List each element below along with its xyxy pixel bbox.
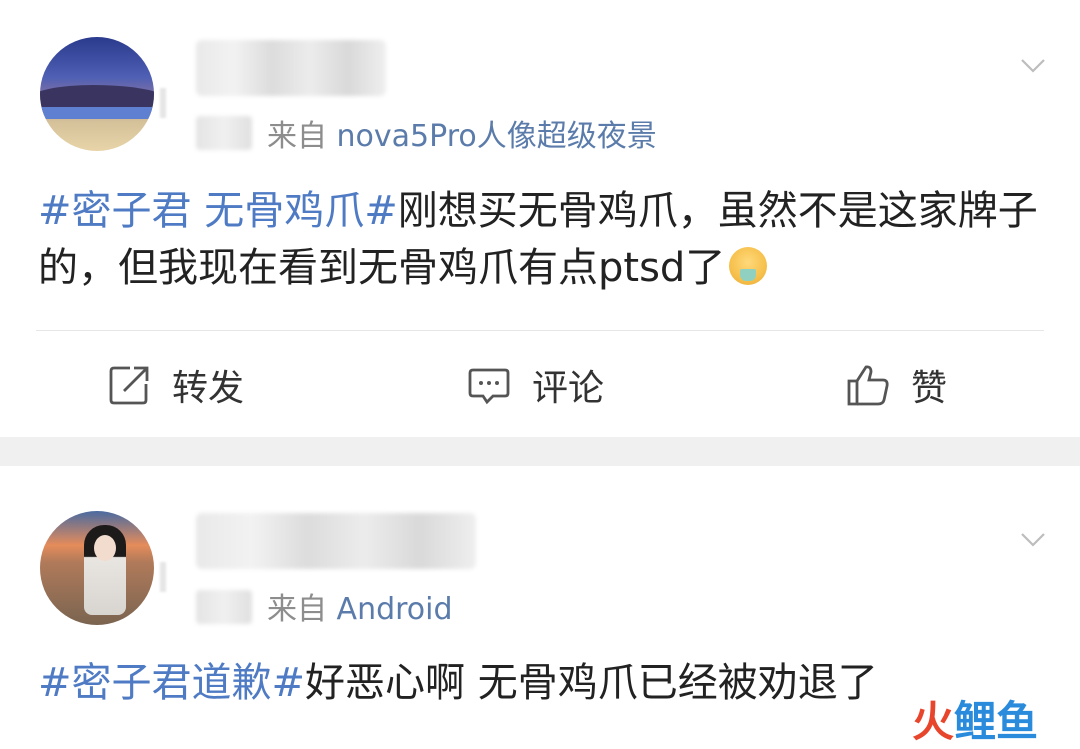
post-content: #密子君 无骨鸡爪#刚想买无骨鸡爪，虽然不是这家牌子的，但我现在看到无骨鸡爪有点… <box>38 183 1038 297</box>
like-button[interactable]: 赞 <box>845 355 947 415</box>
chevron-down-icon[interactable] <box>1020 526 1046 552</box>
blurred-timestamp <box>196 116 252 150</box>
post-text: 好恶心啊 无骨鸡爪已经被劝退了 <box>305 660 878 706</box>
topic-tag[interactable]: #密子君 无骨鸡爪# <box>38 188 398 234</box>
user-avatar[interactable] <box>40 511 154 625</box>
repost-label: 转发 <box>172 368 245 409</box>
watermark-part2: 鲤鱼 <box>954 697 1039 746</box>
source-prefix: 来自 <box>267 119 327 154</box>
vomit-face-emoji <box>729 247 768 285</box>
repost-icon <box>109 366 149 405</box>
comment-label: 评论 <box>532 368 605 409</box>
chevron-down-icon[interactable] <box>1020 52 1046 78</box>
user-avatar[interactable] <box>40 37 154 151</box>
watermark-logo: 火鲤鱼 <box>912 688 1038 749</box>
post-source: 来自 nova5Pro人像超级夜景 <box>267 111 657 155</box>
divider <box>36 330 1044 331</box>
comment-button[interactable]: 评论 <box>466 355 604 415</box>
post-separator <box>0 437 1080 466</box>
repost-button[interactable]: 转发 <box>106 355 244 415</box>
weibo-post: 来自 nova5Pro人像超级夜景 #密子君 无骨鸡爪#刚想买无骨鸡爪，虽然不是… <box>0 0 1080 437</box>
comment-icon <box>468 368 510 405</box>
like-label: 赞 <box>911 368 948 409</box>
source-device[interactable]: Android <box>337 592 453 627</box>
source-prefix: 来自 <box>267 592 327 627</box>
source-device[interactable]: nova5Pro人像超级夜景 <box>337 119 657 154</box>
blurred-timestamp <box>196 590 252 624</box>
topic-tag[interactable]: #密子君道歉# <box>38 660 305 706</box>
watermark-part1: 火 <box>912 697 955 746</box>
blurred-username[interactable] <box>196 40 386 96</box>
like-icon <box>847 365 889 406</box>
blurred-username[interactable] <box>196 513 476 569</box>
name-blur-fragment <box>160 88 166 118</box>
name-blur-fragment <box>160 562 166 592</box>
post-content: #密子君道歉#好恶心啊 无骨鸡爪已经被劝退了 <box>38 655 1038 712</box>
post-source: 来自 Android <box>267 584 453 628</box>
